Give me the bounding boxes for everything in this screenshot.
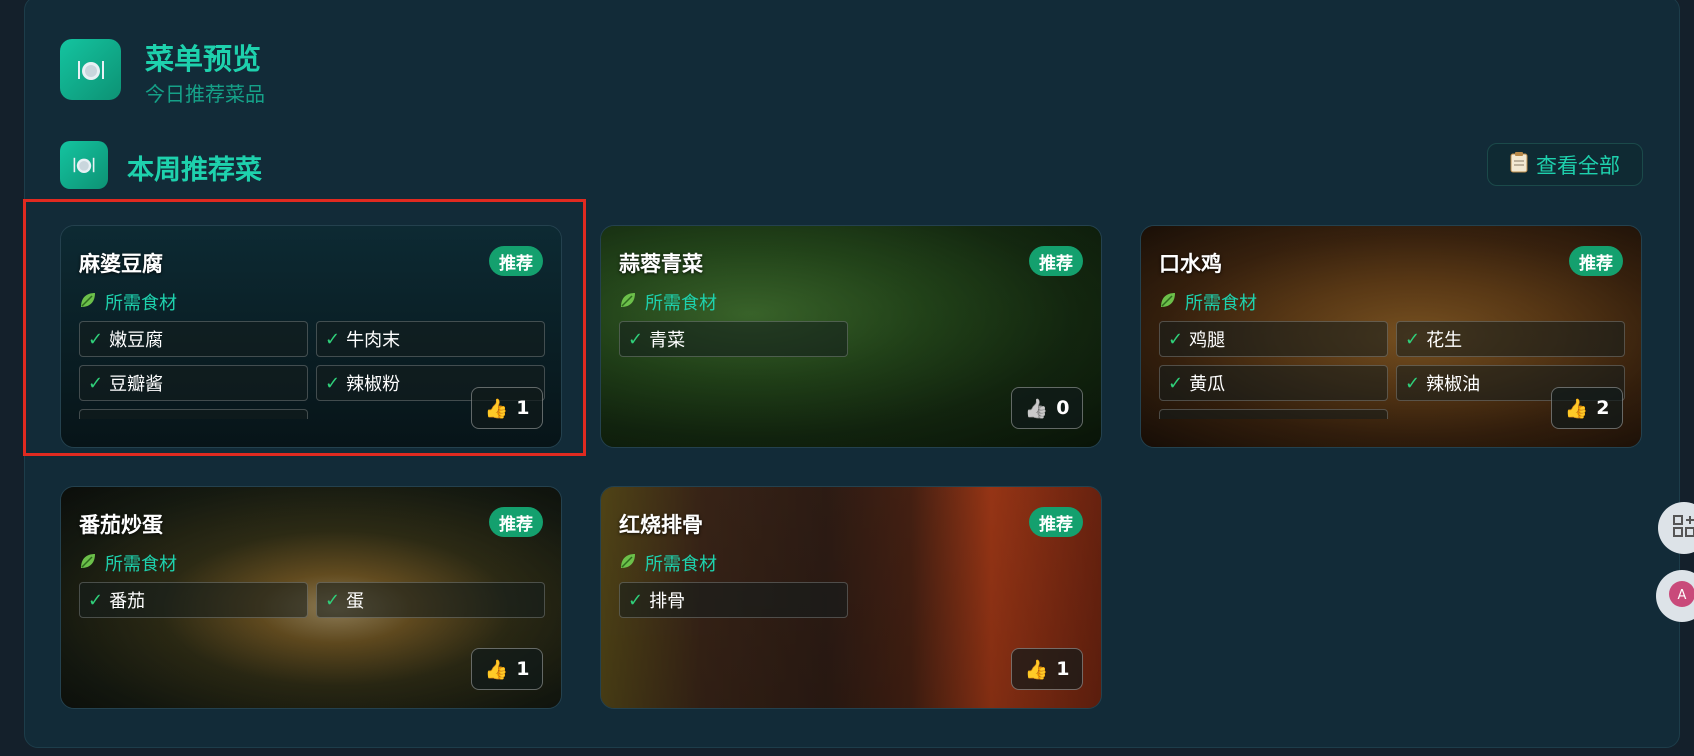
like-button[interactable]: 👍 0 bbox=[1011, 387, 1083, 429]
ingredients-heading: 所需食材 bbox=[619, 289, 717, 315]
dish-name: 蒜蓉青菜 bbox=[619, 252, 703, 276]
ingredients-heading: 所需食材 bbox=[79, 550, 177, 576]
ingredient-chip: ✓ 排骨 bbox=[619, 582, 848, 618]
like-button[interactable]: 👍 2 bbox=[1551, 387, 1623, 429]
like-button[interactable]: 👍 1 bbox=[471, 648, 543, 690]
thumbs-up-icon: 👍 bbox=[1564, 397, 1589, 420]
ingredient-chip: ✓ 花生 bbox=[1396, 321, 1625, 357]
check-icon: ✓ bbox=[628, 328, 644, 350]
section-title: 本周推荐菜 bbox=[127, 155, 262, 186]
svg-text:A: A bbox=[1678, 588, 1687, 603]
check-icon: ✓ bbox=[1168, 372, 1184, 394]
ingredients-heading: 所需食材 bbox=[619, 550, 717, 576]
ingredient-list: ✓ 青菜 bbox=[619, 321, 1085, 357]
ingredient-chip: ✓ 青菜 bbox=[619, 321, 848, 357]
thumbs-up-gray-icon: 👍 bbox=[1024, 397, 1049, 420]
dish-card[interactable]: 番茄炒蛋 推荐 所需食材 ✓ 番茄 ✓ 蛋 👍 1 bbox=[60, 486, 562, 709]
ingredient-chip-overflow bbox=[1159, 409, 1388, 419]
qr-scan-icon bbox=[1671, 513, 1694, 543]
selection-highlight bbox=[23, 199, 586, 456]
ingredient-chip: ✓ 蛋 bbox=[316, 582, 545, 618]
clipboard-icon bbox=[1510, 151, 1528, 178]
dish-card[interactable]: 红烧排骨 推荐 所需食材 ✓ 排骨 👍 1 bbox=[600, 486, 1102, 709]
check-icon: ✓ bbox=[88, 589, 104, 611]
thumbs-up-icon: 👍 bbox=[484, 658, 509, 681]
view-all-label: 查看全部 bbox=[1536, 153, 1620, 178]
view-all-button[interactable]: 查看全部 bbox=[1487, 143, 1643, 186]
plate-icon bbox=[60, 141, 108, 189]
check-icon: ✓ bbox=[1405, 372, 1421, 394]
ingredient-chip: ✓ 番茄 bbox=[79, 582, 308, 618]
recommend-badge: 推荐 bbox=[1029, 246, 1083, 276]
check-icon: ✓ bbox=[325, 589, 341, 611]
ingredient-list: ✓ 排骨 bbox=[619, 582, 1085, 618]
ingredients-heading: 所需食材 bbox=[1159, 289, 1257, 315]
thumbs-up-icon: 👍 bbox=[1024, 658, 1049, 681]
ingredient-chip: ✓ 黄瓜 bbox=[1159, 365, 1388, 401]
dish-name: 番茄炒蛋 bbox=[79, 513, 163, 537]
dish-card[interactable]: 口水鸡 推荐 所需食材 ✓ 鸡腿 ✓ 花生 ✓ 黄瓜 ✓ 辣椒油 👍 2 bbox=[1140, 225, 1642, 448]
check-icon: ✓ bbox=[1168, 328, 1184, 350]
like-count: 1 bbox=[1056, 658, 1070, 680]
recommend-badge: 推荐 bbox=[489, 507, 543, 537]
recommend-badge: 推荐 bbox=[1029, 507, 1083, 537]
page-title: 菜单预览 bbox=[145, 42, 262, 76]
dish-name: 口水鸡 bbox=[1159, 252, 1222, 276]
page-subtitle: 今日推荐菜品 bbox=[145, 82, 265, 106]
ingredient-list: ✓ 番茄 ✓ 蛋 bbox=[79, 582, 545, 618]
leaf-icon bbox=[619, 291, 637, 314]
leaf-icon bbox=[79, 552, 97, 575]
like-count: 2 bbox=[1596, 397, 1610, 419]
like-button[interactable]: 👍 1 bbox=[1011, 648, 1083, 690]
plate-icon bbox=[60, 39, 121, 100]
recommend-badge: 推荐 bbox=[1569, 246, 1623, 276]
leaf-icon bbox=[1159, 291, 1177, 314]
like-count: 1 bbox=[516, 658, 530, 680]
translate-icon: A bbox=[1668, 580, 1694, 612]
check-icon: ✓ bbox=[1405, 328, 1421, 350]
ingredient-chip: ✓ 鸡腿 bbox=[1159, 321, 1388, 357]
like-count: 0 bbox=[1056, 397, 1070, 419]
dish-name: 红烧排骨 bbox=[619, 513, 703, 537]
dish-card[interactable]: 蒜蓉青菜 推荐 所需食材 ✓ 青菜 👍 0 bbox=[600, 225, 1102, 448]
check-icon: ✓ bbox=[628, 589, 644, 611]
leaf-icon bbox=[619, 552, 637, 575]
